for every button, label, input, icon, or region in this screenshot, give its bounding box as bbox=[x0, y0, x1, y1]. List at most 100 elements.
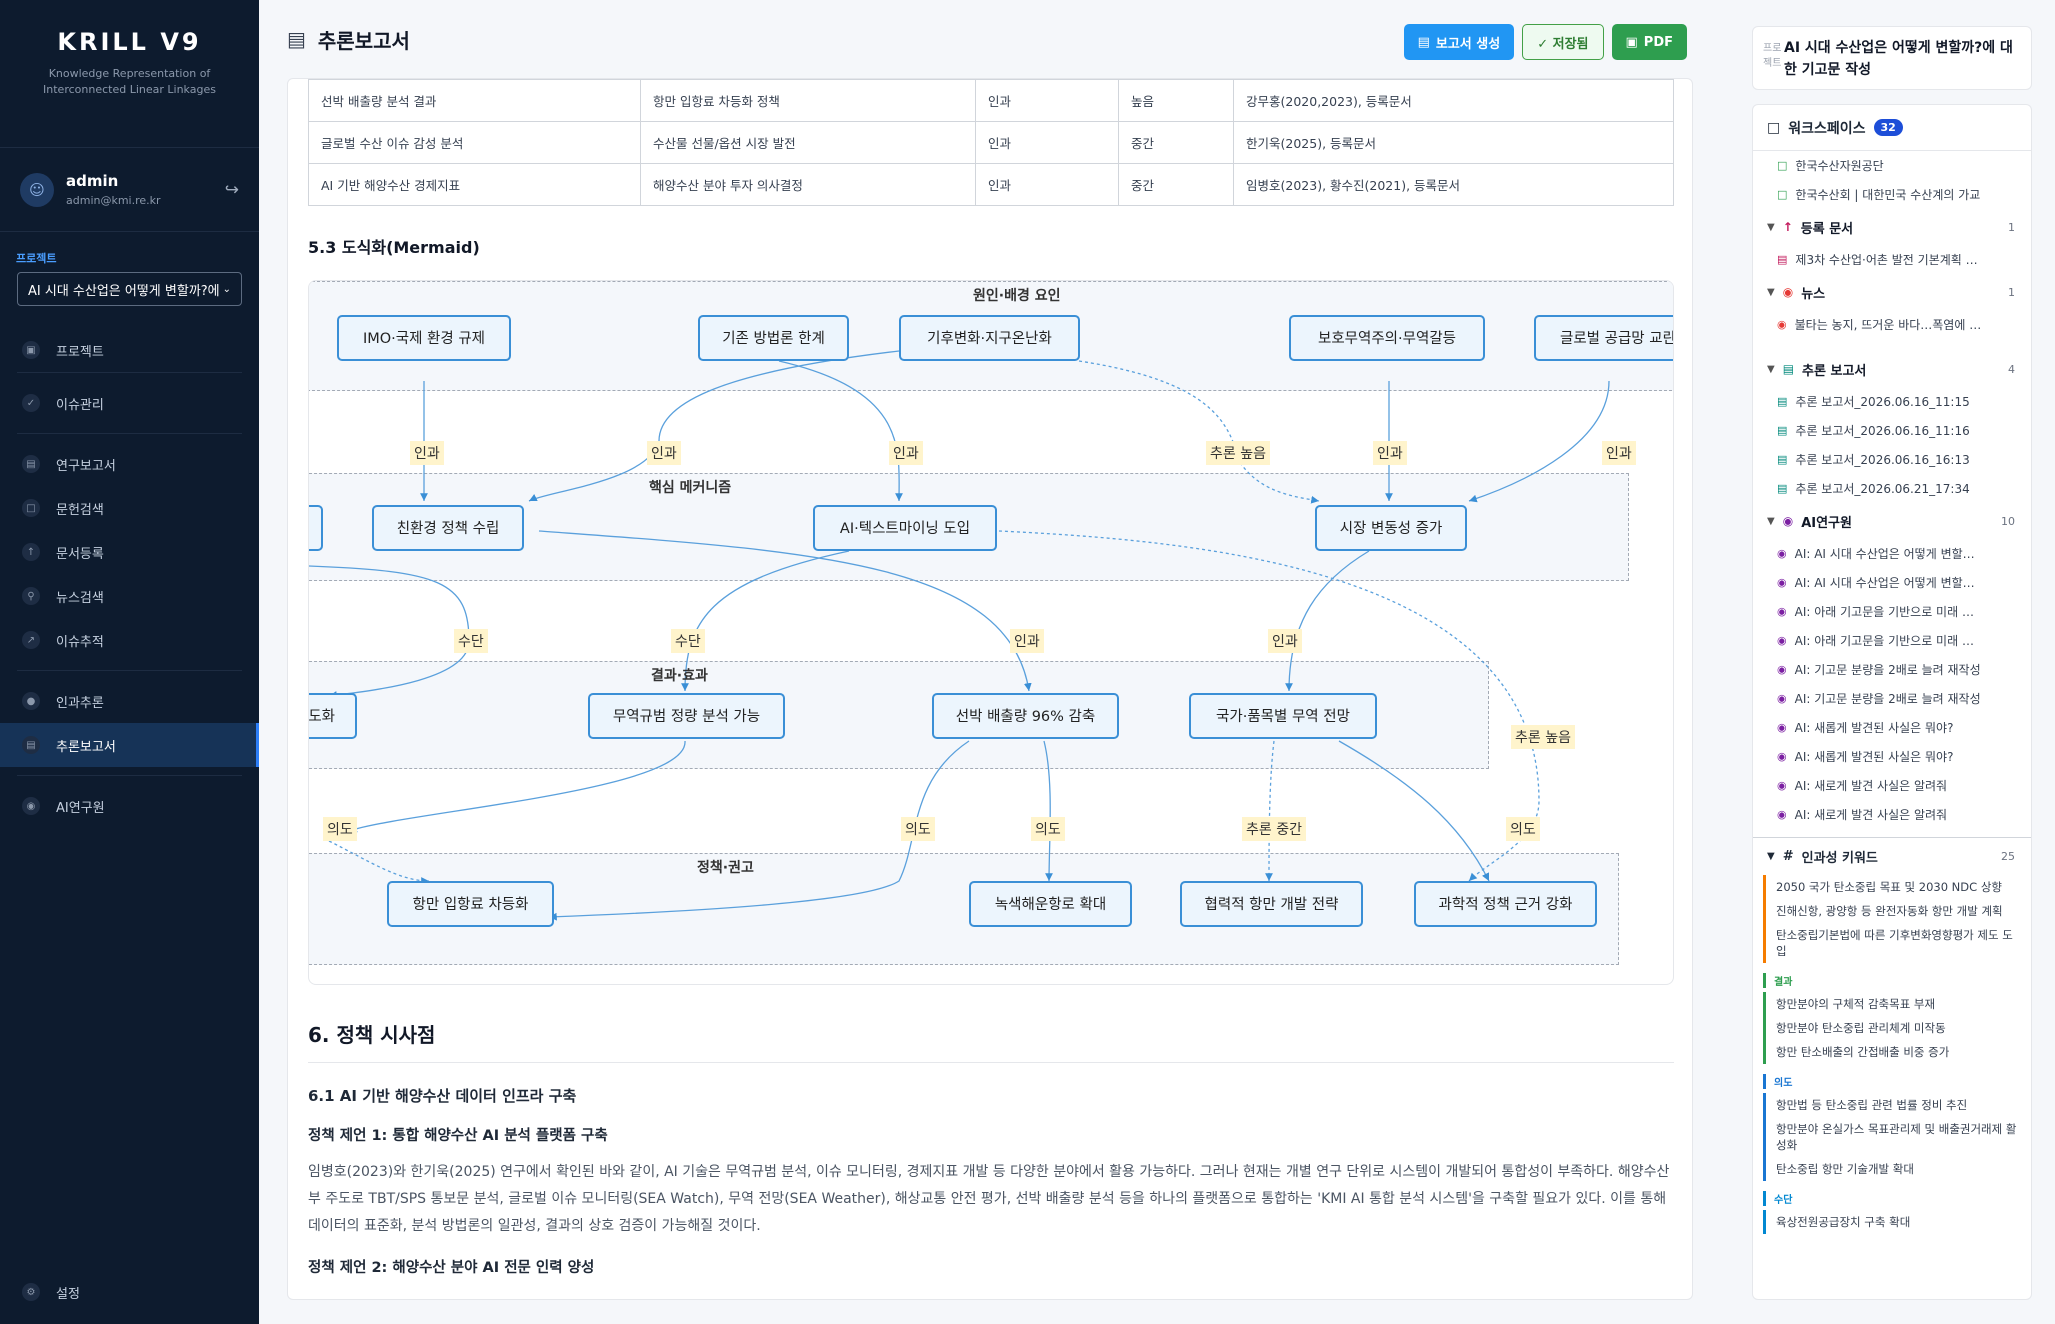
tree-item[interactable]: □ 한국수산회 | 대한민국 수산계의 가교 bbox=[1753, 180, 2031, 209]
chevron-down-icon: ▼ bbox=[1767, 363, 1775, 375]
edge-label: 수단 bbox=[454, 628, 488, 653]
table-cell: 인과 bbox=[975, 120, 1119, 164]
node-port[interactable]: 항만 입항료 차등화 bbox=[387, 880, 554, 927]
edge-label: 인과 bbox=[410, 440, 444, 465]
keyword-item[interactable]: 2050 국가 탄소중립 목표 및 2030 NDC 상향 bbox=[1763, 875, 2031, 899]
keyword-item[interactable]: 항만법 등 탄소중립 관련 법률 정비 추진 bbox=[1763, 1093, 2031, 1117]
tree-item[interactable]: ◉ AI: 새롭게 발견된 사실은 뭐야? bbox=[1753, 713, 2031, 742]
workspace-panel: □ 워크스페이스 32 □ 한국수산자원공단 □ 한국수산회 | 대한민국 수산계의… bbox=[1752, 104, 2032, 1300]
node-ship[interactable]: 선박 배출량 96% 감축 bbox=[932, 692, 1119, 739]
group-label: 등록 문서 bbox=[1800, 221, 1854, 237]
node-green[interactable]: 녹색해운항로 확대 bbox=[969, 880, 1132, 927]
tree-item[interactable]: ◉ AI: 새로게 발견 사실은 알려줘 bbox=[1753, 800, 2031, 829]
chevron-down-icon: ▼ bbox=[1767, 851, 1775, 862]
tree-item[interactable]: ◉ AI: 아래 기고문을 기반으로 미래 … bbox=[1753, 626, 2031, 655]
tree-item[interactable]: ▤ 추론 보고서_2026.06.16_11:15 bbox=[1753, 387, 2031, 416]
nav-item-news[interactable]: ⚲ 뉴스검색 bbox=[0, 574, 259, 618]
tree-group-docs[interactable]: ▼ ↑ 등록 문서 1 bbox=[1753, 209, 2031, 245]
nav-item-causal[interactable]: ● 인과추론 bbox=[0, 679, 259, 723]
causal-table: 선박 배출량 분석 결과 항만 입항료 차등화 정책 인과 높음 강무홍(202… bbox=[308, 79, 1674, 206]
node-trade[interactable]: 무역규범 정량 분석 가능 bbox=[588, 692, 785, 739]
tree-item[interactable]: ▤ 추론 보고서_2026.06.16_11:16 bbox=[1753, 416, 2031, 445]
tree-group-ai[interactable]: ▼ ◉ AI연구원 10 bbox=[1753, 503, 2031, 539]
tree-item-label: AI: 새롭게 발견된 사실은 뭐야? bbox=[1794, 721, 1954, 735]
report-content[interactable]: 선박 배출량 분석 결과 항만 입항료 차등화 정책 인과 높음 강무홍(202… bbox=[287, 78, 1693, 1300]
node-market[interactable]: 시장 변동성 증가 bbox=[1315, 504, 1467, 551]
table-cell: 선박 배출량 분석 결과 bbox=[308, 79, 641, 122]
robot-icon: ◉ bbox=[22, 797, 40, 815]
keyword-item[interactable]: 진해신항, 광양항 등 완전자동화 항만 개발 계획 bbox=[1763, 899, 2031, 923]
nav-item-tracking[interactable]: ↗ 이슈추적 bbox=[0, 618, 259, 662]
workspace-header[interactable]: □ 워크스페이스 32 bbox=[1753, 105, 2031, 151]
nav-item-literature[interactable]: □ 문헌검색 bbox=[0, 486, 259, 530]
tree-item[interactable]: ◉ AI: AI 시대 수산업은 어떻게 변할… bbox=[1753, 539, 2031, 568]
node-sci[interactable]: 과학적 정책 근거 강화 bbox=[1414, 880, 1597, 927]
keyword-item[interactable]: 항만 탄소배출의 간접배출 비중 증가 bbox=[1763, 1040, 2031, 1064]
node-coop[interactable]: 협력적 항만 개발 전략 bbox=[1180, 880, 1363, 927]
tree-item-label: AI: 아래 기고문을 기반으로 미래 … bbox=[1794, 634, 1974, 648]
robot-icon: ◉ bbox=[1777, 750, 1787, 763]
node-eco[interactable]: 친환경 정책 수립 bbox=[372, 504, 524, 551]
section-heading-6-1: 6.1 AI 기반 해양수산 데이터 인프라 구축 bbox=[308, 1086, 577, 1105]
tree-group-reports[interactable]: ▼ ▤ 추론 보고서 4 bbox=[1753, 351, 2031, 387]
chevron-down-icon: ▼ bbox=[1767, 286, 1775, 298]
tree-item[interactable]: ◉ AI: 새로게 발견 사실은 알려줘 bbox=[1753, 771, 2031, 800]
project-select[interactable]: AI 시대 수산업은 어떻게 변할까?에 ⌄ bbox=[17, 272, 242, 306]
tree-item[interactable]: ◉ 불타는 농지, 뜨거운 바다…폭염에 … bbox=[1753, 310, 2031, 339]
topbar: ▤ 추론보고서 ▤ 보고서 생성 ✓ 저장됨 ▣ PDF bbox=[259, 0, 1719, 78]
edge-label: 인과 bbox=[1010, 628, 1044, 653]
node-leftcut-top[interactable] bbox=[309, 504, 323, 551]
nav-label: AI연구원 bbox=[56, 800, 105, 816]
tree-item[interactable]: ◉ AI: 아래 기고문을 기반으로 미래 … bbox=[1753, 597, 2031, 626]
table-row: 선박 배출량 분석 결과 항만 입항료 차등화 정책 인과 높음 강무홍(202… bbox=[308, 79, 1674, 122]
tree-item[interactable]: ▤ 추론 보고서_2026.06.21_17:34 bbox=[1753, 474, 2031, 503]
node-law[interactable]: 기존 방법론 한계 bbox=[698, 314, 849, 361]
keyword-item[interactable]: 탄소중립 항만 기술개발 확대 bbox=[1763, 1157, 2031, 1181]
brand-name: KRILL V9 bbox=[57, 28, 202, 56]
nav-item-inference[interactable]: ▤ 추론보고서 bbox=[0, 723, 259, 767]
tree-item[interactable]: ▤ 제3차 수산업·어촌 발전 기본계획 … bbox=[1753, 245, 2031, 274]
document-icon: ▤ bbox=[22, 455, 40, 473]
edge-label: 의도 bbox=[1031, 816, 1065, 841]
edge-label: 인과 bbox=[889, 440, 923, 465]
table-row: 글로벌 수산 이슈 감성 분석 수산물 선물/옵션 시장 발전 인과 중간 한기… bbox=[308, 120, 1674, 164]
tree-item[interactable]: ◉ AI: 기고문 분량을 2배로 늘려 재작성 bbox=[1753, 684, 2031, 713]
project-card-title: AI 시대 수산업은 어떻게 변할까?에 대한 기고문 작성 bbox=[1784, 40, 2013, 78]
nav-item-settings[interactable]: ⚙ 설정 bbox=[0, 1270, 259, 1314]
keyword-item[interactable]: 항만분야 탄소중립 관리체계 미작동 bbox=[1763, 1016, 2031, 1040]
tree-item[interactable]: ▤ 추론 보고서_2026.06.16_16:13 bbox=[1753, 445, 2031, 474]
tree-item[interactable]: ◉ AI: 기고문 분량을 2배로 늘려 재작성 bbox=[1753, 655, 2031, 684]
node-aitext[interactable]: AI·텍스트마이닝 도입 bbox=[813, 504, 997, 551]
node-country[interactable]: 국가·품목별 무역 전망 bbox=[1189, 692, 1377, 739]
nav-item-docreg[interactable]: ↑ 문서등록 bbox=[0, 530, 259, 574]
pdf-button[interactable]: ▣ PDF bbox=[1611, 24, 1687, 60]
tree-item-label: 불타는 농지, 뜨거운 바다…폭염에 … bbox=[1794, 318, 1982, 332]
keyword-header[interactable]: ▼ # 인과성 키워드 25 bbox=[1753, 837, 2031, 875]
nav-item-issues[interactable]: ✓ 이슈관리 bbox=[0, 381, 259, 425]
saved-button[interactable]: ✓ 저장됨 bbox=[1522, 24, 1604, 60]
tree-item[interactable]: ◉ AI: 새롭게 발견된 사실은 뭐야? bbox=[1753, 742, 2031, 771]
edge-label: 추론 중간 bbox=[1242, 816, 1306, 841]
tree-item[interactable]: □ 한국수산자원공단 bbox=[1753, 151, 2031, 180]
tree-item[interactable]: ◉ AI: AI 시대 수산업은 어떻게 변할… bbox=[1753, 568, 2031, 597]
node-climate[interactable]: 기후변화·지구온난화 bbox=[899, 314, 1080, 361]
keyword-item[interactable]: 항만분야의 구체적 감축목표 부재 bbox=[1763, 992, 2031, 1016]
node-leftcut-mid[interactable]: 도화 bbox=[309, 692, 357, 739]
keyword-item[interactable]: 탄소중립기본법에 따른 기후변화영향평가 제도 도입 bbox=[1763, 923, 2031, 963]
keyword-item[interactable]: 항만분야 온실가스 목표관리제 및 배출권거래제 활성화 bbox=[1763, 1117, 2031, 1157]
keyword-item[interactable]: 육상전원공급장치 구축 확대 bbox=[1763, 1210, 2031, 1234]
nav-label: 문서등록 bbox=[56, 546, 104, 562]
node-imo[interactable]: IMO·국제 환경 규제 bbox=[337, 314, 511, 361]
robot-icon: ◉ bbox=[1777, 663, 1787, 676]
table-cell: 수산물 선물/옵션 시장 발전 bbox=[640, 120, 976, 164]
logout-icon[interactable]: ↪ bbox=[225, 180, 239, 200]
nav-item-reports[interactable]: ▤ 연구보고서 bbox=[0, 442, 259, 486]
node-protect[interactable]: 보호무역주의·무역갈등 bbox=[1289, 314, 1485, 361]
nav-item-projects[interactable]: ▣ 프로젝트 bbox=[0, 328, 259, 372]
nav-label: 추론보고서 bbox=[56, 739, 116, 755]
tree-group-news[interactable]: ▼ ◉ 뉴스 1 bbox=[1753, 274, 2031, 310]
nav-item-ai[interactable]: ◉ AI연구원 bbox=[0, 784, 259, 828]
generate-report-button[interactable]: ▤ 보고서 생성 bbox=[1403, 24, 1515, 60]
keyword-section-means: 수단 bbox=[1763, 1191, 2031, 1206]
node-supply[interactable]: 글로벌 공급망 교란 bbox=[1534, 314, 1673, 361]
